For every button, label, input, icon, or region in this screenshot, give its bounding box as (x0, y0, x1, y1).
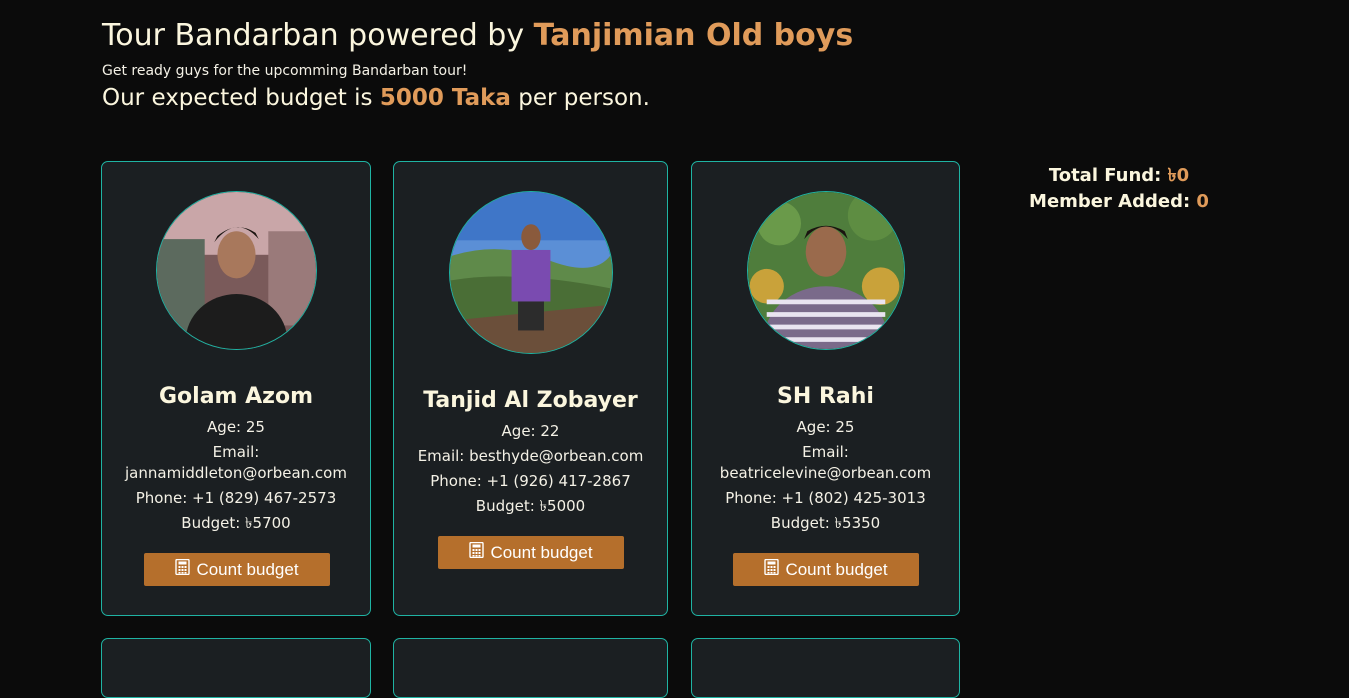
title-accent: Tanjimian Old boys (533, 18, 854, 53)
total-fund-value: ৳0 (1167, 165, 1190, 186)
member-email-label: Email: (802, 443, 849, 461)
member-details: Age: 22 Email: besthyde@orbean.com Phone… (394, 419, 667, 519)
member-name: Golam Azom (158, 384, 313, 409)
budget-suffix: per person. (510, 85, 650, 111)
member-card-partial (101, 638, 371, 698)
count-budget-label: Count budget (196, 559, 299, 579)
member-added: Member Added: 0 (1010, 189, 1228, 215)
calculator-icon (764, 558, 780, 580)
member-age: Age: 22 (501, 422, 560, 440)
budget-amount: 5000 Taka (379, 85, 511, 111)
member-email: Email: beatricelevine@orbean.com (692, 440, 959, 486)
page-header: Tour Bandarban powered by Tanjimian Old … (102, 18, 853, 111)
total-fund-label: Total Fund: (1048, 165, 1168, 186)
member-details: Age: 25 Email: jannamiddleton@orbean.com… (102, 415, 370, 536)
page-subtitle: Get ready guys for the upcomming Bandarb… (102, 63, 468, 79)
member-budget: Budget: ৳5350 (770, 514, 881, 532)
member-phone: Phone: +1 (926) 417-2867 (430, 472, 631, 490)
member-card: Tanjid Al Zobayer Age: 22 Email: besthyd… (393, 161, 668, 616)
member-email: Email: besthyde@orbean.com (417, 447, 644, 465)
count-budget-button[interactable]: Count budget (733, 553, 919, 586)
member-card: SH Rahi Age: 25 Email: beatricelevine@or… (691, 161, 960, 616)
count-budget-label: Count budget (785, 559, 888, 579)
member-card-partial (691, 638, 960, 698)
member-card: Golam Azom Age: 25 Email: jannamiddleton… (101, 161, 371, 616)
member-avatar (449, 191, 613, 354)
budget-prefix: Our expected budget is (102, 85, 380, 111)
member-avatar (747, 191, 905, 350)
calculator-icon (175, 558, 191, 580)
member-added-label: Member Added: (1029, 191, 1197, 212)
total-fund: Total Fund: ৳0 (1010, 163, 1228, 189)
member-avatar (156, 191, 317, 350)
title-prefix: Tour Bandarban powered by (102, 18, 534, 53)
count-budget-button[interactable]: Count budget (438, 536, 624, 569)
calculator-icon (469, 541, 485, 563)
member-card-partial (393, 638, 668, 698)
member-email: Email: jannamiddleton@orbean.com (102, 440, 370, 486)
member-budget: Budget: ৳5000 (475, 497, 586, 515)
fund-summary: Total Fund: ৳0 Member Added: 0 (1010, 163, 1228, 215)
member-phone: Phone: +1 (802) 425-3013 (725, 489, 926, 507)
member-name: Tanjid Al Zobayer (423, 388, 638, 413)
member-added-value: 0 (1196, 191, 1209, 212)
member-age: Age: 25 (796, 418, 855, 436)
member-details: Age: 25 Email: beatricelevine@orbean.com… (692, 415, 959, 536)
member-email-label: Email: (212, 443, 260, 461)
member-age: Age: 25 (207, 418, 265, 436)
member-name: SH Rahi (777, 384, 874, 409)
member-budget: Budget: ৳5700 (181, 514, 291, 532)
budget-line: Our expected budget is 5000 Taka per per… (102, 85, 853, 111)
member-phone: Phone: +1 (829) 467-2573 (135, 489, 337, 507)
member-email-value: beatricelevine@orbean.com (719, 464, 932, 482)
page-title: Tour Bandarban powered by Tanjimian Old … (102, 18, 853, 53)
count-budget-label: Count budget (490, 542, 593, 562)
member-email-value: jannamiddleton@orbean.com (125, 464, 347, 482)
count-budget-button[interactable]: Count budget (144, 553, 330, 586)
